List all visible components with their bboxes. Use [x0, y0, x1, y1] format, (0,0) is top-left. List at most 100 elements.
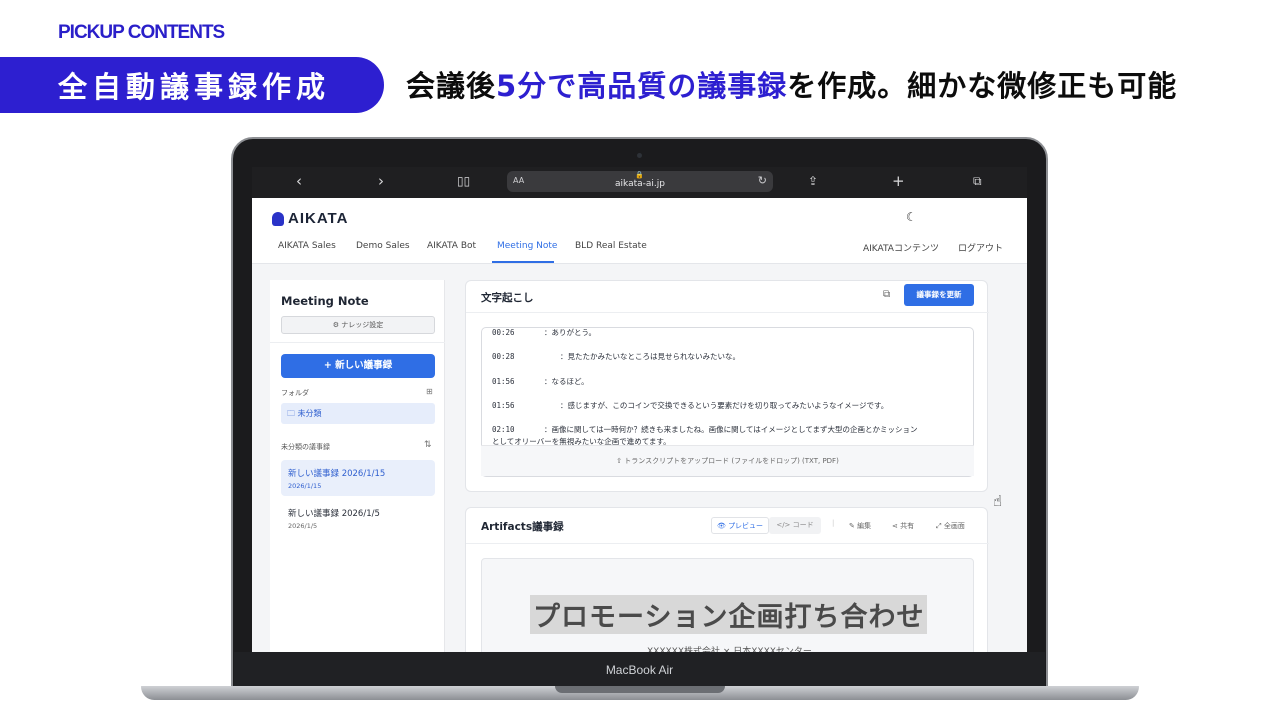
app-logo[interactable]: AIKATA [272, 210, 348, 227]
dark-mode-icon[interactable]: ☾ [906, 210, 917, 224]
transcript-line: 02:10 ：画像に関しては一時何か？続きも来ましたね。画像に関してはイメージとし… [492, 424, 918, 435]
bookmarks-icon[interactable]: ▯▯ [457, 174, 470, 188]
artifact-preview-frame: プロモーション企画打ち合わせ XXXXXX株式会社 × 日本XXXXセンター [481, 558, 974, 652]
share-icon: ⋖ [892, 522, 901, 530]
hand-cursor-icon: ☝ [993, 492, 1003, 510]
transcript-upload-zone[interactable]: ⇧ トランスクリプトをアップロード (ファイルをドロップ) (TXT, PDF) [481, 445, 974, 476]
fullscreen-button[interactable]: ⤢ 全画面 [936, 521, 965, 531]
timestamp: 00:28 [492, 352, 515, 361]
code-label: コード [792, 521, 814, 529]
knowledge-icon: ⚙ [332, 321, 342, 329]
headline-highlight: 5分で高品質の議事録 [496, 69, 788, 103]
minutes-item-date: 2026/1/5 [288, 522, 318, 530]
feature-ribbon: 全自動議事録作成 [0, 57, 384, 113]
fullscreen-label: 全画面 [943, 522, 965, 530]
laptop-screen: ‹ › ▯▯ AA 🔒 aikata-ai.jp ↻ ⇪ + ⧉ AIKATA … [252, 167, 1027, 652]
artifacts-card: Artifacts議事録 👁 プレビュー </> コード | ✎ 編集 ⋖ 共有… [465, 507, 989, 652]
card-divider [466, 312, 989, 313]
utterance: ：見たたかみたいなところは見せられないみたいな。 [560, 352, 740, 361]
folder-label: フォルダ [281, 389, 309, 397]
share-button[interactable]: ⋖ 共有 [892, 521, 914, 531]
upload-label: トランスクリプトをアップロード (ファイルをドロップ) (TXT, PDF) [624, 457, 839, 465]
transcript-line: 01:56 ：感じますが、このコインで交換できるという要素だけを切り取ってみたいよ… [492, 400, 888, 411]
knowledge-settings-button[interactable]: ⚙ ナレッジ設定 [281, 316, 435, 334]
folder-uncategorized[interactable]: 🗀 未分類 [281, 403, 435, 424]
code-tab[interactable]: </> コード [769, 517, 821, 534]
card-divider [466, 543, 989, 544]
tab-meeting-note[interactable]: Meeting Note [497, 241, 557, 251]
pickup-label: PICKUP CONTENTS [58, 22, 225, 43]
toolbar-separator: | [832, 519, 835, 527]
add-folder-icon[interactable]: ⊞ [426, 387, 433, 396]
timestamp: 01:56 [492, 377, 515, 386]
share-icon[interactable]: ⇪ [808, 174, 818, 188]
tab-bld-real-estate[interactable]: BLD Real Estate [575, 241, 647, 251]
preview-tab[interactable]: 👁 プレビュー [711, 517, 769, 534]
minutes-item[interactable]: 新しい議事録 2026/1/15 2026/1/15 [281, 460, 435, 496]
transcript-line: 01:56 ：なるほど。 [492, 376, 589, 387]
app-header: AIKATA ☾ AIKATA Sales Demo Sales AIKATA … [252, 198, 1027, 264]
headline: 会議後5分で高品質の議事録を作成。細かな微修正も可能 [406, 63, 1177, 105]
device-brand: MacBook Air [605, 663, 674, 677]
minutes-item[interactable]: 新しい議事録 2026/1/5 2026/1/5 [281, 500, 435, 536]
browser-toolbar: ‹ › ▯▯ AA 🔒 aikata-ai.jp ↻ ⇪ + ⧉ [252, 167, 1027, 198]
transcript-title: 文字起こし [481, 292, 534, 304]
lock-icon: 🔒 [635, 171, 644, 179]
utterance: ：感じますが、このコインで交換できるという要素だけを切り取ってみたいようなイメー… [560, 401, 889, 410]
laptop-bezel-bottom: MacBook Air [234, 652, 1045, 688]
minutes-item-title: 新しい議事録 2026/1/15 [288, 469, 386, 479]
edit-label: 編集 [857, 522, 872, 530]
folder-name: 未分類 [297, 409, 322, 418]
artifacts-title: Artifacts議事録 [481, 521, 564, 533]
utterance: ：なるほど。 [544, 377, 589, 386]
transcript-line: 00:28 ：見たたかみたいなところは見せられないみたいな。 [492, 351, 740, 362]
link-aikata-contents[interactable]: AIKATAコンテンツ [863, 241, 939, 254]
copy-icon[interactable]: ⧉ [883, 289, 890, 300]
knowledge-label: ナレッジ設定 [341, 321, 384, 329]
logo-mark-icon [272, 211, 284, 226]
minutes-item-date: 2026/1/15 [288, 482, 322, 490]
new-tab-icon[interactable]: + [892, 172, 905, 190]
tab-aikata-bot[interactable]: AIKATA Bot [427, 241, 476, 251]
timestamp: 02:10 [492, 425, 515, 434]
feature-title: 全自動議事録作成 [58, 70, 331, 104]
new-minutes-button[interactable]: + 新しい議事録 [281, 354, 435, 378]
tab-aikata-sales[interactable]: AIKATA Sales [278, 241, 336, 251]
update-minutes-button[interactable]: 議事録を更新 [904, 284, 974, 306]
preview-icon: 👁 [716, 522, 729, 530]
timestamp: 00:26 [492, 328, 515, 337]
edit-icon: ✎ [849, 522, 858, 530]
code-icon: </> [776, 521, 793, 529]
minutes-item-title: 新しい議事録 2026/1/5 [288, 509, 380, 519]
sidebar-divider [270, 342, 445, 343]
timestamp: 01:56 [492, 401, 515, 410]
reload-icon[interactable]: ↻ [758, 174, 767, 187]
utterance: ：ありがとう。 [544, 328, 597, 337]
folder-icon: 🗀 [287, 409, 298, 418]
headline-pre: 会議後 [406, 69, 497, 103]
tab-demo-sales[interactable]: Demo Sales [356, 241, 410, 251]
sort-icon[interactable]: ⇅ [424, 440, 432, 450]
tabs-icon[interactable]: ⧉ [973, 174, 982, 189]
logo-text: AIKATA [288, 210, 349, 227]
utterance: ：画像に関しては一時何か？続きも来ましたね。画像に関してはイメージとしてまず大型… [544, 425, 918, 434]
forward-icon[interactable]: › [378, 172, 384, 190]
uncategorized-label: 未分類の議事録 [281, 443, 330, 451]
slide: PICKUP CONTENTS 全自動議事録作成 会議後5分で高品質の議事録を作… [0, 0, 1280, 720]
transcript-line: 00:26 ：ありがとう。 [492, 328, 597, 338]
transcript-card: 文字起こし ⧉ 議事録を更新 00:26 ：ありがとう。 00:28 ：見たたかみた… [465, 280, 989, 492]
active-tab-indicator [492, 261, 554, 263]
preview-label: プレビュー [728, 522, 764, 530]
camera [637, 153, 642, 158]
share-label: 共有 [900, 522, 915, 530]
back-icon[interactable]: ‹ [296, 172, 302, 190]
address-bar[interactable]: AA 🔒 aikata-ai.jp ↻ [507, 171, 773, 192]
link-logout[interactable]: ログアウト [958, 241, 1003, 254]
document-subtitle: XXXXXX株式会社 × 日本XXXXセンター [647, 647, 812, 652]
url-text: aikata-ai.jp [615, 179, 665, 189]
edit-button[interactable]: ✎ 編集 [849, 521, 871, 531]
fullscreen-icon: ⤢ [936, 522, 944, 530]
sidebar: Meeting Note ⚙ ナレッジ設定 + 新しい議事録 フォルダ ⊞ 🗀 … [270, 280, 445, 652]
document-title: プロモーション企画打ち合わせ [530, 595, 928, 634]
headline-post: を作成。細かな微修正も可能 [787, 69, 1178, 103]
